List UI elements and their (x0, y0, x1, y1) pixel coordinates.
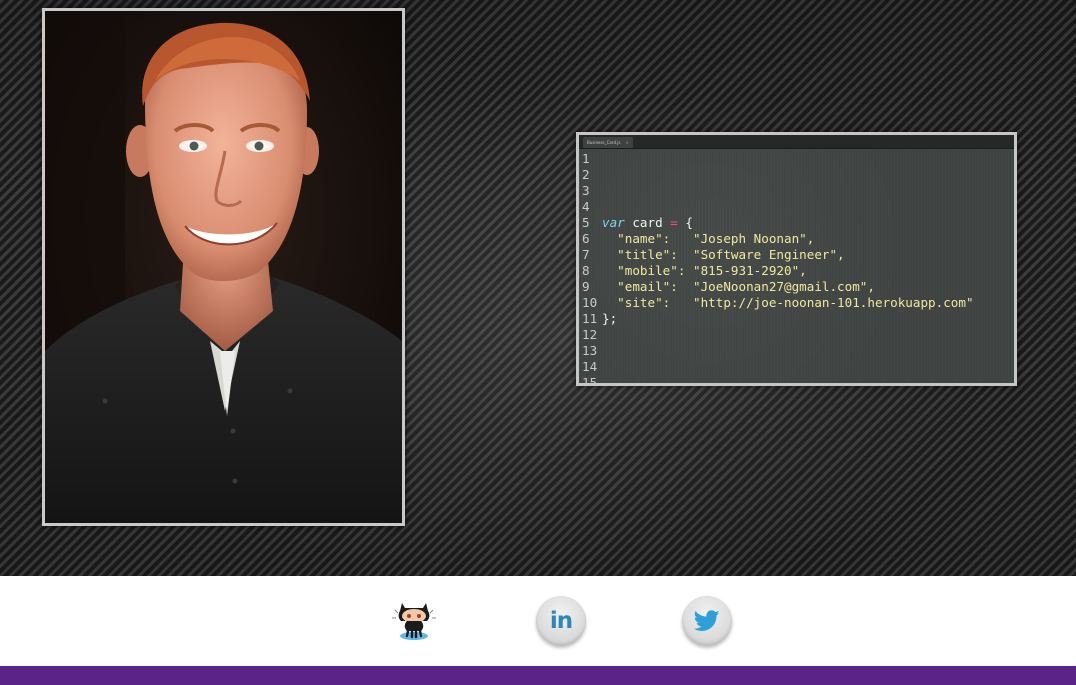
close-icon: × (625, 140, 629, 145)
code-value-title: "Software Engineer", (693, 247, 845, 262)
line-number: 4 (582, 199, 590, 214)
code-line: 15 (579, 375, 1014, 386)
code-line: 6 "name": "Joseph Noonan", (579, 231, 1014, 247)
code-identifier: card (624, 215, 671, 230)
code-value-site: "http://joe-noonan-101.herokuapp.com" (693, 295, 974, 310)
line-number: 9 (582, 279, 590, 294)
social-links-bar: in (0, 576, 1076, 666)
editor-tab-bar: Business_Card.js × (579, 135, 1014, 149)
hero-section: Business_Card.js × 1 2 3 4 5 var card = { … (0, 0, 1076, 576)
github-octocat-icon (392, 603, 436, 640)
code-line: 3 (579, 183, 1014, 199)
line-number: 11 (582, 311, 598, 326)
code-line: 5 var card = { (579, 215, 1014, 231)
twitter-badge (682, 596, 732, 646)
code-line: 14 (579, 359, 1014, 375)
code-line: 11}; (579, 311, 1014, 327)
code-key: "mobile": (602, 263, 693, 278)
code-business-card: Business_Card.js × 1 2 3 4 5 var card = { … (576, 132, 1017, 386)
code-key: "email": (602, 279, 693, 294)
linkedin-badge: in (536, 596, 586, 646)
profile-photo (42, 8, 405, 526)
code-line: 12 (579, 327, 1014, 343)
line-number: 2 (582, 167, 590, 182)
line-number: 5 (582, 215, 590, 230)
line-number: 8 (582, 263, 590, 278)
line-number: 14 (582, 359, 598, 374)
code-line: 4 (579, 199, 1014, 215)
line-number: 12 (582, 327, 598, 342)
code-brace: { (677, 215, 694, 230)
line-number: 6 (582, 231, 590, 246)
twitter-bird-icon (694, 610, 720, 631)
code-value-name: "Joseph Noonan", (693, 231, 815, 246)
code-key: "title": (602, 247, 693, 262)
code-value-mobile: "815-931-2920", (693, 263, 807, 278)
github-link[interactable] (390, 598, 438, 642)
code-key: "name": (602, 231, 693, 246)
editor-tab: Business_Card.js × (583, 137, 633, 148)
code-editor-body: 1 2 3 4 5 var card = { 6 "name": "Joseph … (579, 149, 1014, 386)
code-line: 10 "site": "http://joe-noonan-101.heroku… (579, 295, 1014, 311)
twitter-link[interactable] (682, 596, 732, 646)
code-line: 1 (579, 151, 1014, 167)
editor-tab-label: Business_Card.js (587, 140, 621, 145)
code-key: "site": (602, 295, 693, 310)
code-keyword: var (602, 215, 625, 230)
code-line: 7 "title": "Software Engineer", (579, 247, 1014, 263)
line-number: 10 (582, 295, 598, 310)
line-number: 1 (582, 151, 590, 166)
line-number: 7 (582, 247, 590, 262)
code-operator: = (670, 215, 678, 230)
code-closing-brace: }; (602, 311, 618, 326)
code-line: 13 (579, 343, 1014, 359)
code-line: 9 "email": "JoeNoonan27@gmail.com", (579, 279, 1014, 295)
line-number: 13 (582, 343, 598, 358)
portrait-photo-icon (45, 11, 402, 523)
code-value-email: "JoeNoonan27@gmail.com", (693, 279, 875, 294)
code-line: 2 (579, 167, 1014, 183)
linkedin-icon: in (549, 607, 573, 634)
line-number: 15 (582, 375, 598, 386)
footer-bar (0, 666, 1076, 685)
code-line: 8 "mobile": "815-931-2920", (579, 263, 1014, 279)
linkedin-link[interactable]: in (536, 596, 586, 646)
line-number: 3 (582, 183, 590, 198)
